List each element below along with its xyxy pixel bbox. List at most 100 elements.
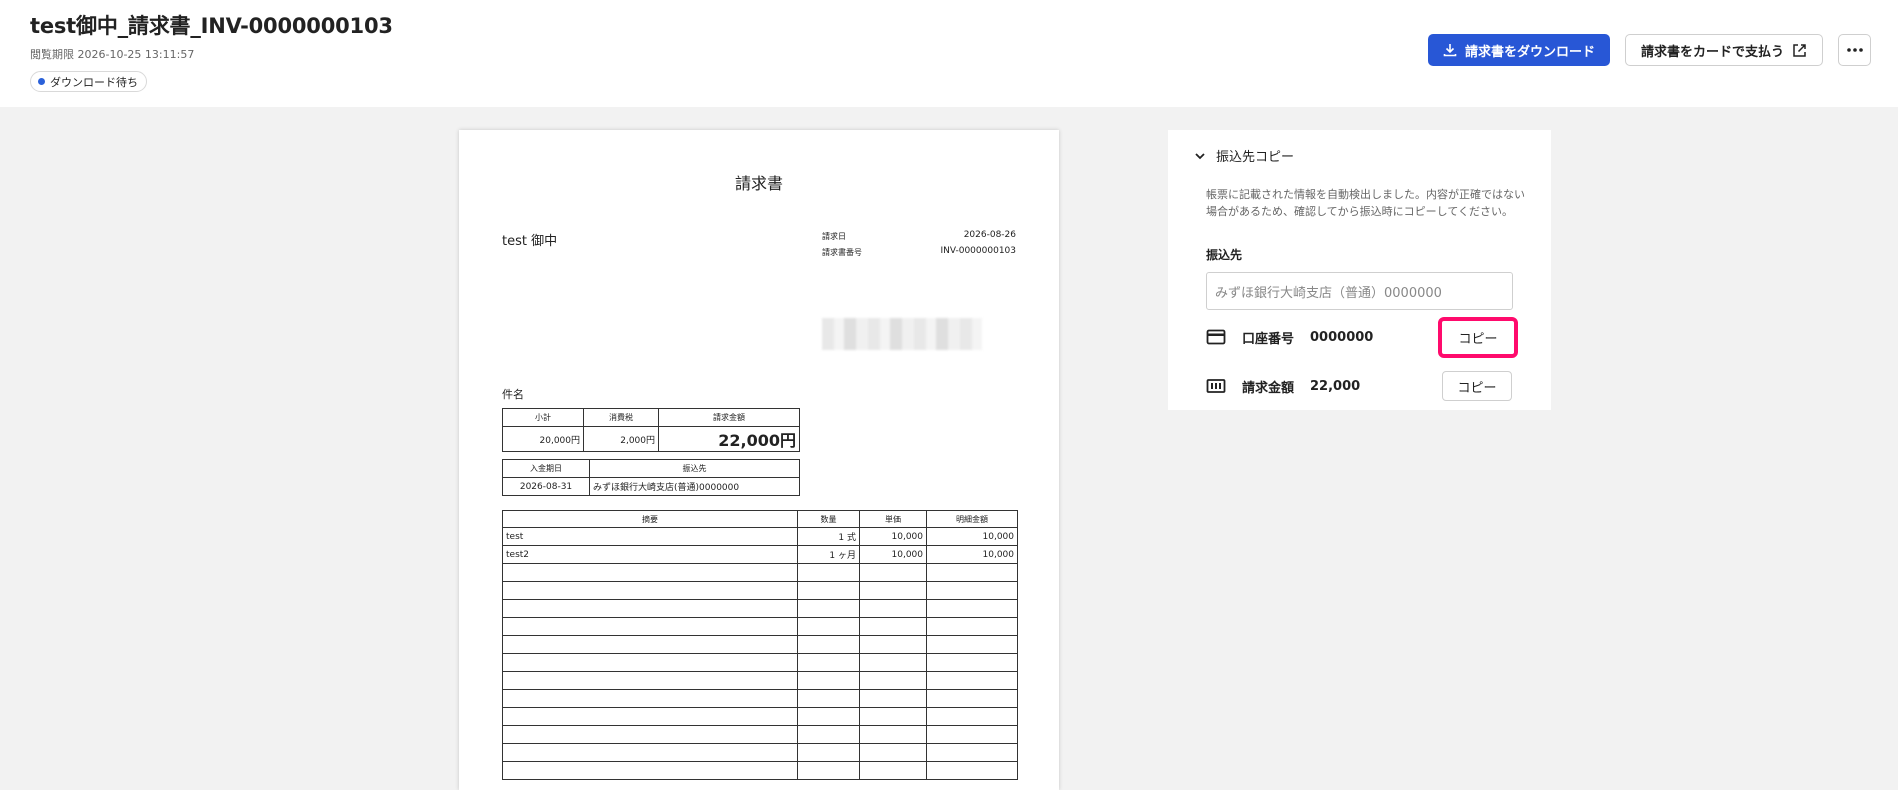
pay-by-card-label: 請求書をカードで支払う <box>1640 44 1784 60</box>
empty-cell <box>502 671 798 690</box>
empty-cell <box>859 707 927 726</box>
empty-cell <box>926 689 1018 708</box>
billing-amount-label: 請求金額 <box>1242 380 1295 396</box>
account-number-value: 0000000 <box>1310 329 1374 345</box>
destination-label: 振込先 <box>1206 248 1243 262</box>
card-icon <box>1206 327 1226 347</box>
empty-cell <box>859 671 927 690</box>
empty-cell <box>797 635 860 654</box>
invoice-doc-title: 請求書 <box>734 174 783 193</box>
invoice-subject-label: 件名 <box>502 388 524 401</box>
item-description: test <box>502 527 798 546</box>
empty-cell <box>502 653 798 672</box>
table-row-empty <box>502 689 1018 708</box>
table-row-empty <box>502 635 1018 654</box>
empty-cell <box>502 563 798 582</box>
item-amount: 10,000 <box>926 545 1018 564</box>
bank-header: 入金期日 <box>502 459 590 478</box>
status-badge: ダウンロード待ち <box>30 71 147 92</box>
billing-amount-row: 請求金額 22,000 <box>1206 371 1360 401</box>
empty-cell <box>859 581 927 600</box>
external-link-icon <box>1793 43 1806 57</box>
empty-cell <box>926 725 1018 744</box>
invoice-date-label: 請求日 <box>822 232 846 241</box>
bank-header: 振込先 <box>589 459 800 478</box>
empty-cell <box>859 761 927 780</box>
empty-cell <box>859 599 927 618</box>
item-unit-price: 10,000 <box>859 527 927 546</box>
table-row-empty <box>502 707 1018 726</box>
money-icon <box>1206 376 1226 396</box>
table-row-empty <box>502 725 1018 744</box>
account-number-row: 口座番号 0000000 <box>1206 322 1373 352</box>
invoice-summary-table: 小計 消費税 請求金額 20,000円 2,000円 22,000円 <box>502 408 800 452</box>
table-row-empty <box>502 617 1018 636</box>
destination-field[interactable] <box>1206 272 1513 310</box>
empty-cell <box>859 689 927 708</box>
view-deadline: 閲覧期限 2026-10-25 13:11:57 <box>30 48 195 61</box>
transfer-copy-toggle[interactable]: 振込先コピー <box>1194 146 1294 165</box>
empty-cell <box>797 671 860 690</box>
panel-description: 帳票に記載された情報を自動検出しました。内容が正確ではない場合があるため、確認し… <box>1206 188 1525 218</box>
summary-total: 22,000円 <box>658 426 800 452</box>
empty-cell <box>797 653 860 672</box>
empty-cell <box>926 581 1018 600</box>
empty-cell <box>502 617 798 636</box>
table-row-empty <box>502 743 1018 762</box>
empty-cell <box>797 563 860 582</box>
table-row: test2 1 ヶ月 10,000 10,000 <box>502 545 1018 564</box>
table-row: test 1 式 10,000 10,000 <box>502 527 1018 546</box>
items-header: 明細金額 <box>926 510 1018 528</box>
chevron-down-icon <box>1195 152 1205 159</box>
empty-cell <box>926 761 1018 780</box>
empty-cell <box>502 689 798 708</box>
items-header: 数量 <box>797 510 860 528</box>
empty-cell <box>797 581 860 600</box>
download-icon <box>1443 44 1457 57</box>
table-row-empty <box>502 761 1018 780</box>
page-title: test御中_請求書_INV-0000000103 <box>30 14 393 38</box>
empty-cell <box>859 563 927 582</box>
empty-cell <box>797 707 860 726</box>
summary-subtotal: 20,000円 <box>502 426 584 452</box>
item-unit-price: 10,000 <box>859 545 927 564</box>
empty-cell <box>859 725 927 744</box>
empty-cell <box>797 761 860 780</box>
blurred-issuer-info <box>822 318 982 350</box>
status-dot-icon <box>38 78 45 85</box>
account-number-label: 口座番号 <box>1242 331 1295 347</box>
copy-billing-amount-button[interactable]: コピー <box>1442 371 1512 401</box>
transfer-copy-panel: 振込先コピー 帳票に記載された情報を自動検出しました。内容が正確ではない場合があ… <box>1168 130 1551 410</box>
invoice-recipient: test 御中 <box>502 234 558 249</box>
table-row-empty <box>502 599 1018 618</box>
empty-cell <box>502 635 798 654</box>
table-row-empty <box>502 563 1018 582</box>
bank-destination: みずほ銀行大崎支店(普通)0000000 <box>589 477 800 496</box>
download-invoice-button[interactable]: 請求書をダウンロード <box>1428 34 1610 66</box>
page-header: test御中_請求書_INV-0000000103 閲覧期限 2026-10-2… <box>0 0 1898 107</box>
billing-amount-value: 22,000 <box>1310 378 1361 394</box>
copy-account-number-button[interactable]: コピー <box>1438 317 1518 358</box>
items-header: 単価 <box>859 510 927 528</box>
pay-by-card-button[interactable]: 請求書をカードで支払う <box>1625 34 1823 66</box>
table-row-empty <box>502 653 1018 672</box>
table-row-empty <box>502 581 1018 600</box>
invoice-number-value: INV-0000000103 <box>940 246 1016 256</box>
empty-cell <box>502 599 798 618</box>
invoice-number-label: 請求書番号 <box>822 248 862 257</box>
empty-cell <box>926 653 1018 672</box>
empty-cell <box>926 599 1018 618</box>
empty-cell <box>797 599 860 618</box>
empty-cell <box>859 743 927 762</box>
download-invoice-label: 請求書をダウンロード <box>1464 44 1595 60</box>
invoice-date-value: 2026-08-26 <box>963 230 1016 240</box>
empty-cell <box>502 761 798 780</box>
invoice-bank-table: 入金期日 振込先 2026-08-31 みずほ銀行大崎支店(普通)0000000 <box>502 459 800 496</box>
item-amount: 10,000 <box>926 527 1018 546</box>
table-row-empty <box>502 671 1018 690</box>
empty-cell <box>797 725 860 744</box>
summary-tax: 2,000円 <box>583 426 659 452</box>
more-options-button[interactable] <box>1838 34 1871 66</box>
summary-header: 小計 <box>502 408 584 427</box>
empty-cell <box>797 617 860 636</box>
